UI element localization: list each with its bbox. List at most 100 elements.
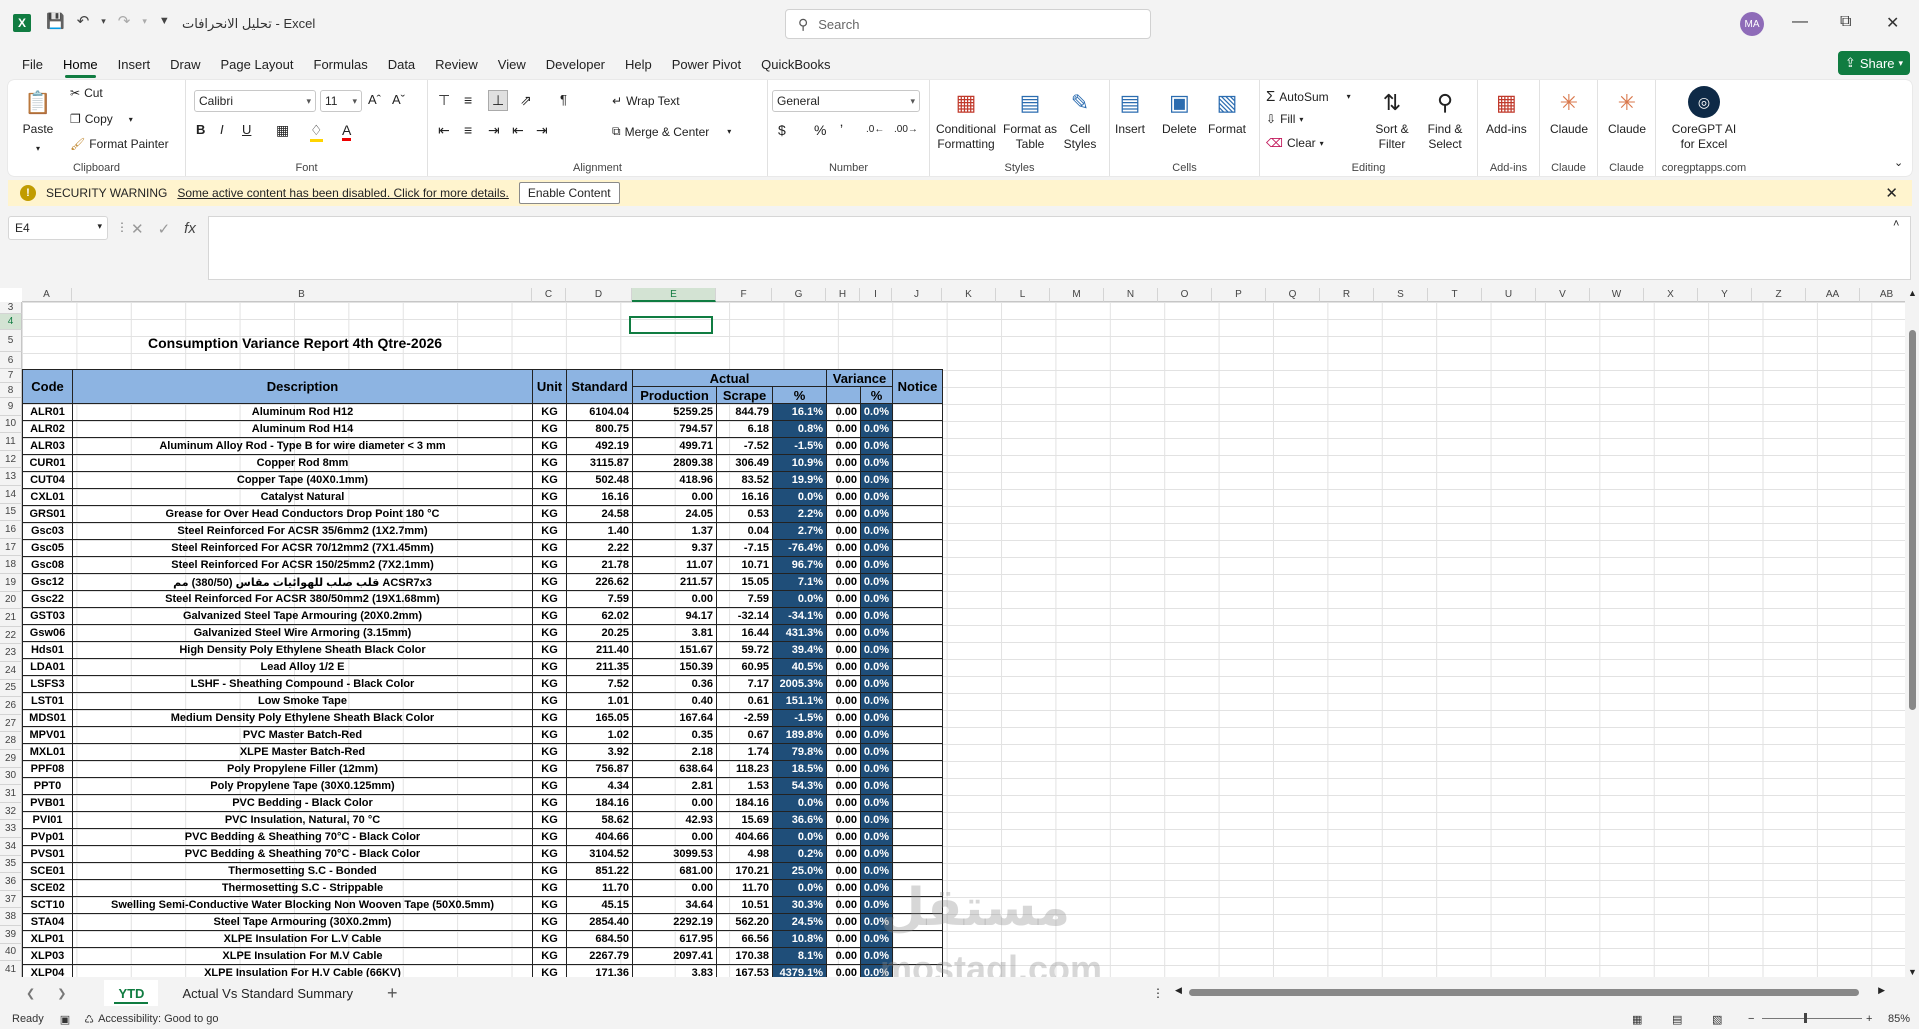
scrape-cell[interactable]: 306.49: [716, 454, 773, 472]
unit-cell[interactable]: KG: [532, 641, 567, 659]
production-cell[interactable]: 34.64: [632, 896, 717, 914]
standard-cell[interactable]: 165.05: [566, 709, 633, 727]
restore-icon[interactable]: ⧉: [1840, 13, 1851, 31]
scrape-cell[interactable]: 15.69: [716, 811, 773, 829]
unit-cell[interactable]: KG: [532, 930, 567, 948]
customize-qat-icon[interactable]: ▼: [159, 15, 170, 27]
notice-cell[interactable]: [892, 675, 943, 693]
row-header[interactable]: 28: [0, 732, 22, 750]
undo-icon[interactable]: ↶: [77, 12, 90, 30]
row-header[interactable]: 29: [0, 750, 22, 768]
scrape-cell[interactable]: 0.53: [716, 505, 773, 523]
tab-power-pivot[interactable]: Power Pivot: [662, 50, 751, 78]
variance-percent-cell[interactable]: 0.0%: [860, 743, 893, 761]
variance-percent-cell[interactable]: 0.0%: [860, 794, 893, 812]
check-icon[interactable]: ✓: [158, 220, 171, 238]
claude-button-2[interactable]: ✳ Claude: [1608, 86, 1646, 137]
notice-cell[interactable]: [892, 624, 943, 642]
rtl-icon[interactable]: ¶: [560, 92, 567, 107]
percent-cell[interactable]: 10.9%: [772, 454, 827, 472]
code-cell[interactable]: MPV01: [22, 726, 73, 744]
percent-cell[interactable]: 0.2%: [772, 845, 827, 863]
unit-cell[interactable]: KG: [532, 590, 567, 608]
code-cell[interactable]: ALR03: [22, 437, 73, 455]
row-header[interactable]: 6: [0, 352, 22, 369]
percent-cell[interactable]: 24.5%: [772, 913, 827, 931]
variance-percent-cell[interactable]: 0.0%: [860, 641, 893, 659]
description-cell[interactable]: PVC Bedding & Sheathing 70°C - Black Col…: [72, 845, 533, 863]
column-header[interactable]: C: [532, 288, 566, 302]
percent-cell[interactable]: 96.7%: [772, 556, 827, 574]
standard-cell[interactable]: 7.52: [566, 675, 633, 693]
variance-percent-cell[interactable]: 0.0%: [860, 539, 893, 557]
notice-cell[interactable]: [892, 862, 943, 880]
scrape-cell[interactable]: 0.61: [716, 692, 773, 710]
scrape-cell[interactable]: 118.23: [716, 760, 773, 778]
unit-cell[interactable]: KG: [532, 811, 567, 829]
percent-cell[interactable]: 25.0%: [772, 862, 827, 880]
scrape-cell[interactable]: 59.72: [716, 641, 773, 659]
scrape-cell[interactable]: 170.38: [716, 947, 773, 965]
scrape-cell[interactable]: -32.14: [716, 607, 773, 625]
tab-data[interactable]: Data: [378, 50, 425, 78]
percent-cell[interactable]: 19.9%: [772, 471, 827, 489]
formula-input[interactable]: [208, 216, 1911, 280]
unit-cell[interactable]: KG: [532, 607, 567, 625]
variance-cell[interactable]: 0.00: [826, 811, 861, 829]
production-cell[interactable]: 94.17: [632, 607, 717, 625]
row-header[interactable]: 22: [0, 626, 22, 645]
standard-cell[interactable]: 2854.40: [566, 913, 633, 931]
description-cell[interactable]: Steel Reinforced For ACSR 380/50mm2 (19X…: [72, 590, 533, 608]
unit-cell[interactable]: KG: [532, 964, 567, 977]
variance-percent-cell[interactable]: 0.0%: [860, 624, 893, 642]
scrape-cell[interactable]: 170.21: [716, 862, 773, 880]
row-header[interactable]: 16: [0, 521, 22, 539]
standard-cell[interactable]: 3104.52: [566, 845, 633, 863]
standard-cell[interactable]: 7.59: [566, 590, 633, 608]
code-cell[interactable]: CUT04: [22, 471, 73, 489]
tab-help[interactable]: Help: [615, 50, 662, 78]
variance-cell[interactable]: 0.00: [826, 964, 861, 977]
variance-cell[interactable]: 0.00: [826, 641, 861, 659]
unit-cell[interactable]: KG: [532, 726, 567, 744]
cancel-icon[interactable]: ✕: [131, 220, 144, 238]
scrape-cell[interactable]: 66.56: [716, 930, 773, 948]
notice-cell[interactable]: [892, 590, 943, 608]
percent-cell[interactable]: -1.5%: [772, 709, 827, 727]
unit-cell[interactable]: KG: [532, 522, 567, 540]
scroll-right-icon[interactable]: ▶: [1878, 985, 1885, 996]
code-cell[interactable]: XLP04: [22, 964, 73, 977]
scrape-cell[interactable]: 10.71: [716, 556, 773, 574]
macro-record-icon[interactable]: ▣: [60, 1013, 70, 1026]
unit-cell[interactable]: KG: [532, 777, 567, 795]
code-cell[interactable]: PVB01: [22, 794, 73, 812]
variance-cell[interactable]: 0.00: [826, 675, 861, 693]
font-size-combo[interactable]: 11 ▾: [320, 90, 362, 112]
percent-cell[interactable]: 79.8%: [772, 743, 827, 761]
description-cell[interactable]: PVC Bedding & Sheathing 70°C - Black Col…: [72, 828, 533, 846]
variance-cell[interactable]: 0.00: [826, 777, 861, 795]
standard-cell[interactable]: 45.15: [566, 896, 633, 914]
row-header[interactable]: 27: [0, 714, 22, 733]
variance-cell[interactable]: 0.00: [826, 879, 861, 897]
column-header[interactable]: S: [1374, 288, 1428, 302]
percent-cell[interactable]: 10.8%: [772, 930, 827, 948]
sheet-tab-ytd[interactable]: YTD: [104, 980, 159, 1006]
description-cell[interactable]: XLPE Insulation For H.V Cable (66KV): [72, 964, 533, 977]
percent-cell[interactable]: 2.2%: [772, 505, 827, 523]
row-header[interactable]: 30: [0, 767, 22, 786]
accessibility-icon[interactable]: ♺: [84, 1013, 94, 1026]
production-cell[interactable]: 0.36: [632, 675, 717, 693]
percent-cell[interactable]: 8.1%: [772, 947, 827, 965]
delete-cells-button[interactable]: ▣ Delete: [1162, 86, 1197, 137]
zoom-in-icon[interactable]: +: [1866, 1013, 1872, 1025]
variance-percent-cell[interactable]: 0.0%: [860, 862, 893, 880]
scrape-cell[interactable]: -2.59: [716, 709, 773, 727]
prev-sheet-icon[interactable]: ❮: [26, 987, 35, 1000]
variance-cell[interactable]: 0.00: [826, 896, 861, 914]
description-cell[interactable]: Copper Rod 8mm: [72, 454, 533, 472]
orientation-icon[interactable]: ⇗: [520, 92, 532, 109]
variance-cell[interactable]: 0.00: [826, 845, 861, 863]
code-cell[interactable]: LST01: [22, 692, 73, 710]
unit-cell[interactable]: KG: [532, 556, 567, 574]
